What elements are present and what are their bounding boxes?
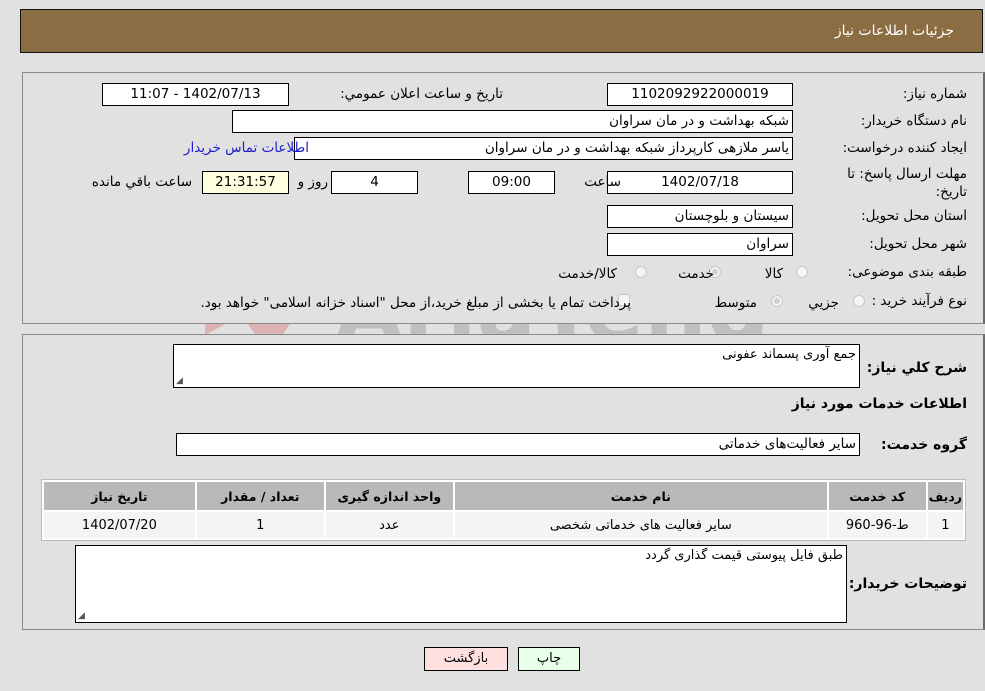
- time-remaining-label: ساعت باقي مانده: [91, 174, 192, 190]
- time-remaining-field: 21:31:57: [202, 171, 289, 194]
- service-group-label: گروه خدمت:: [881, 437, 967, 453]
- services-heading: اطلاعات خدمات مورد نياز: [791, 396, 967, 412]
- col-service-code: کد خدمت: [828, 482, 926, 510]
- creator-field: یاسر ملازهی کارپرداز شبکه بهداشت و در ما…: [294, 137, 793, 160]
- col-need-date: تاريخ نياز: [44, 482, 195, 510]
- province-label: استان محل تحويل:: [861, 208, 967, 224]
- deadline-time-field: 09:00: [468, 171, 555, 194]
- announce-datetime-field: 1402/07/13 - 11:07: [102, 83, 289, 106]
- need-number-field: 1102092922000019: [607, 83, 793, 106]
- category-radio-goods[interactable]: [796, 266, 808, 278]
- buyer-notes-textarea[interactable]: طبق فایل پیوستی قیمت گذاری گردد ◢: [75, 545, 847, 623]
- print-button[interactable]: چاپ: [518, 647, 580, 671]
- summary-text: جمع آوری پسماند عفونی: [722, 347, 856, 362]
- city-label: شهر محل تحويل:: [869, 236, 967, 252]
- process-option-medium: متوسط: [714, 295, 757, 311]
- treasury-note: پرداخت تمام يا بخشی از مبلغ خريد،از محل …: [200, 295, 631, 311]
- cell-service-name: ساير فعاليت های خدماتی شخصی: [454, 512, 827, 538]
- buyer-contact-link[interactable]: اطلاعات تماس خريدار: [184, 140, 309, 156]
- col-service-name: نام خدمت: [454, 482, 827, 510]
- col-row-number: رديف: [927, 482, 963, 510]
- buyer-org-label: نام دستگاه خريدار:: [860, 113, 967, 129]
- category-label: طبقه بندی موضوعی:: [847, 264, 967, 280]
- cell-service-code: ط-96-960: [828, 512, 926, 538]
- table-header-row: رديف کد خدمت نام خدمت واحد اندازه گيری ت…: [44, 482, 963, 510]
- deadline-time-label: ساعت: [584, 174, 621, 190]
- resize-grip-icon[interactable]: ◢: [176, 376, 183, 386]
- buyer-org-field: شبکه بهداشت و در مان سراوان: [232, 110, 793, 133]
- summary-textarea[interactable]: جمع آوری پسماند عفونی ◢: [173, 344, 860, 388]
- col-unit: واحد اندازه گيری: [325, 482, 453, 510]
- col-quantity: تعداد / مقدار: [196, 482, 324, 510]
- need-info-panel: شماره نياز: 1102092922000019 تاريخ و ساع…: [22, 72, 985, 324]
- process-radio-minor[interactable]: [853, 295, 865, 307]
- category-radio-goods-service[interactable]: [635, 266, 647, 278]
- buyer-notes-label: توضيحات خريدار:: [848, 576, 967, 592]
- deadline-date-field: 1402/07/18: [607, 171, 793, 194]
- announce-label: تاريخ و ساعت اعلان عمومي:: [340, 86, 503, 102]
- services-table: رديف کد خدمت نام خدمت واحد اندازه گيری ت…: [41, 479, 966, 541]
- category-option-service: خدمت: [678, 266, 714, 282]
- city-field: سراوان: [607, 233, 793, 256]
- process-option-minor: جزيي: [808, 295, 839, 311]
- cell-quantity: 1: [196, 512, 324, 538]
- resize-grip-icon[interactable]: ◢: [78, 611, 85, 621]
- creator-label: ايجاد کننده درخواست:: [842, 140, 967, 156]
- cell-row-number: 1: [927, 512, 963, 538]
- process-radio-medium[interactable]: [771, 295, 783, 307]
- summary-label: شرح کلي نياز:: [866, 360, 967, 376]
- service-group-field: ساير فعاليت‌هاى خدماتى: [176, 433, 860, 456]
- need-details-panel: شرح کلي نياز: جمع آوری پسماند عفونی ◢ اط…: [22, 334, 985, 630]
- page-title: جزئيات اطلاعات نياز: [834, 23, 954, 39]
- page-header: جزئيات اطلاعات نياز: [20, 9, 983, 53]
- category-option-goods: کالا: [764, 266, 783, 282]
- province-field: سيستان و بلوچستان: [607, 205, 793, 228]
- deadline-label: مهلت ارسال پاسخ: تا تاريخ:: [847, 166, 967, 200]
- days-label: روز و: [297, 174, 328, 190]
- cell-unit: عدد: [325, 512, 453, 538]
- need-number-label: شماره نياز:: [902, 86, 967, 102]
- days-remaining-field: 4: [331, 171, 418, 194]
- cell-need-date: 1402/07/20: [44, 512, 195, 538]
- table-row: 1 ط-96-960 ساير فعاليت های خدماتی شخصی ع…: [44, 512, 963, 538]
- back-button[interactable]: بازگشت: [424, 647, 508, 671]
- category-option-goods-service: کالا/خدمت: [558, 266, 617, 282]
- buyer-notes-text: طبق فایل پیوستی قیمت گذاری گردد: [645, 548, 843, 563]
- process-label: نوع فرآيند خريد :: [871, 293, 967, 309]
